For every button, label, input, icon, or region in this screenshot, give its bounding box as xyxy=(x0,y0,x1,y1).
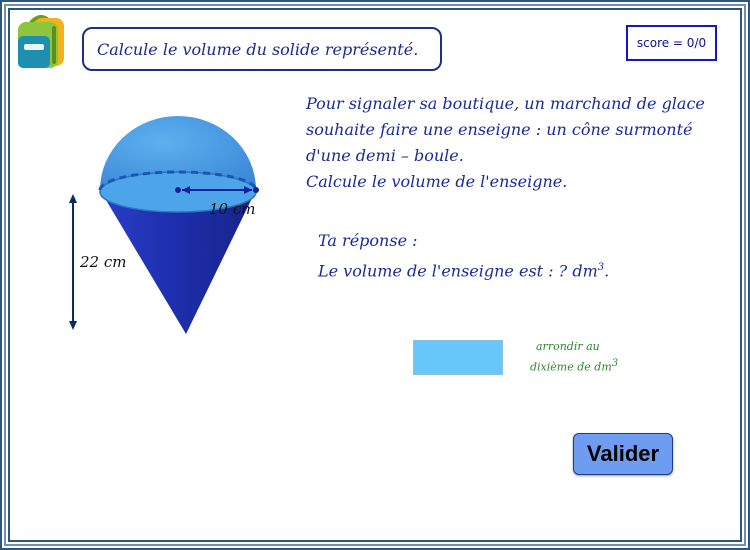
answer-sentence: Le volume de l'enseigne est : ? dm3. xyxy=(318,254,718,284)
validate-button[interactable]: Valider xyxy=(573,433,673,475)
radius-label: 10 cm xyxy=(209,200,256,218)
answer-sentence-text: Le volume de l'enseigne est : ? dm xyxy=(318,261,598,281)
instruction-box: Calcule le volume du solide représenté. xyxy=(82,27,442,71)
answer-input[interactable] xyxy=(413,340,503,375)
problem-line: Pour signaler sa boutique, un marchand d… xyxy=(306,94,705,113)
hint-unit-exponent: 3 xyxy=(611,358,619,369)
instruction-text: Calcule le volume du solide représenté. xyxy=(97,39,419,59)
height-label: 22 cm xyxy=(80,253,127,271)
cone-hemisphere-diagram xyxy=(69,116,259,334)
problem-line: d'une demi – boule. xyxy=(306,146,464,165)
score-box: score = 0/0 xyxy=(626,25,717,61)
hint-line-1: arrondir au xyxy=(536,340,600,353)
hint-line-2-text: dixième de dm xyxy=(530,360,612,374)
answer-prompt: Ta réponse : xyxy=(318,231,418,250)
answer-sentence-end: . xyxy=(604,261,610,281)
problem-statement: Pour signaler sa boutique, un marchand d… xyxy=(306,91,736,195)
problem-line: Calcule le volume de l'enseigne. xyxy=(306,172,568,191)
rounding-hint: arrondir au dixième de dm3 xyxy=(530,338,640,376)
hint-line-2: dixième de dm3 xyxy=(530,355,640,376)
problem-line: souhaite faire une enseigne : un cône su… xyxy=(306,120,693,139)
backpack-icon xyxy=(18,15,64,68)
answer-section: Ta réponse : Le volume de l'enseigne est… xyxy=(318,227,718,284)
score-text: score = 0/0 xyxy=(636,36,707,50)
solid-figure: 10 cm 22 cm xyxy=(60,108,280,343)
